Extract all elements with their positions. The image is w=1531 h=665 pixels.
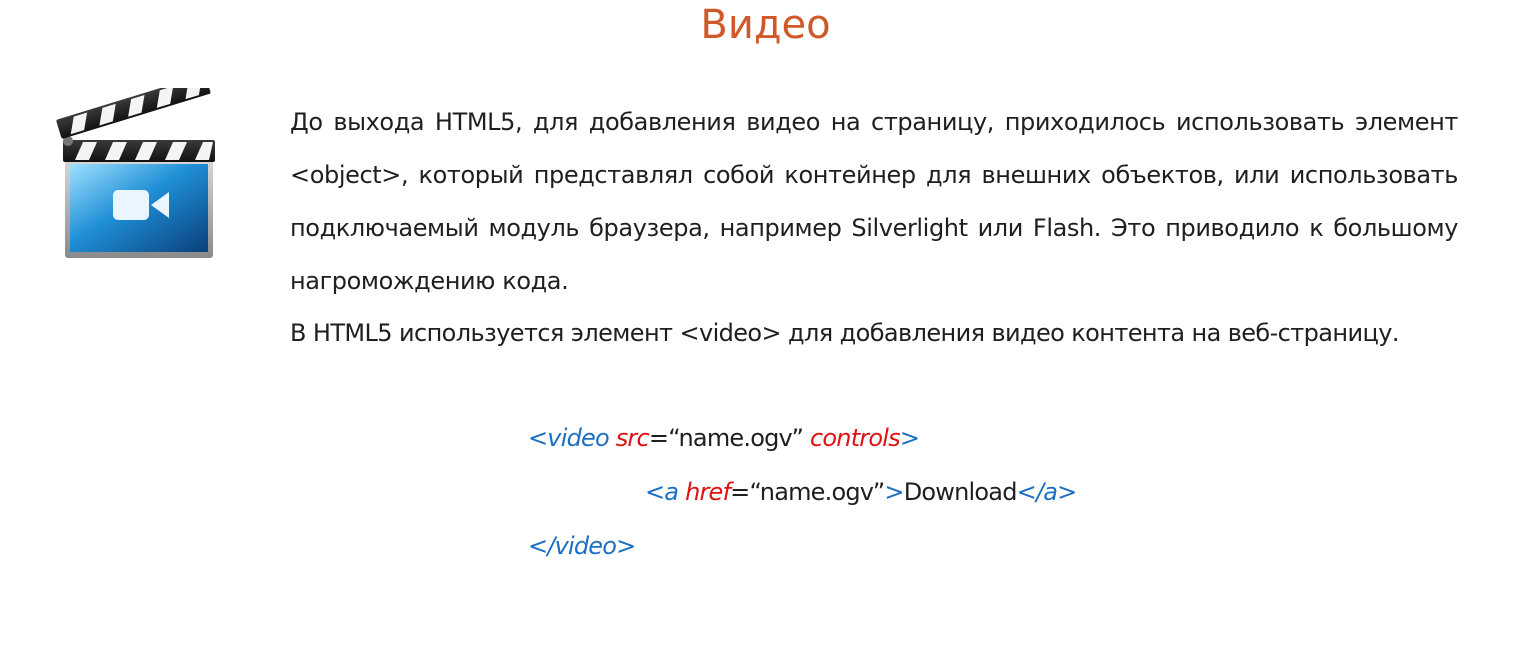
code-line-video-close: </video> — [528, 528, 636, 564]
code-tag: <video — [528, 424, 610, 452]
html5-video-paragraph: В HTML5 используется элемент <video> для… — [290, 319, 1399, 347]
code-line-video-open: <video src=“name.ogv” controls> — [528, 420, 920, 456]
code-tag: > — [884, 478, 904, 506]
code-value: =“name.ogv” — [648, 424, 804, 452]
code-text: Download — [903, 478, 1018, 506]
code-line-anchor: <a href=“name.ogv”>Download</a> — [645, 474, 1078, 510]
code-value: =“name.ogv” — [730, 478, 885, 506]
code-tag: </video> — [528, 532, 636, 560]
code-attr: src — [615, 424, 650, 452]
code-attr: controls — [810, 424, 901, 452]
code-tag: </a> — [1016, 478, 1078, 506]
code-attr: href — [685, 478, 731, 506]
video-clapperboard-icon — [56, 88, 215, 258]
code-tag: > — [899, 424, 920, 452]
slide-title: Видео — [700, 2, 831, 48]
code-tag: <a — [645, 478, 679, 506]
intro-paragraph: До выхода HTML5, для добавления видео на… — [290, 108, 1458, 295]
